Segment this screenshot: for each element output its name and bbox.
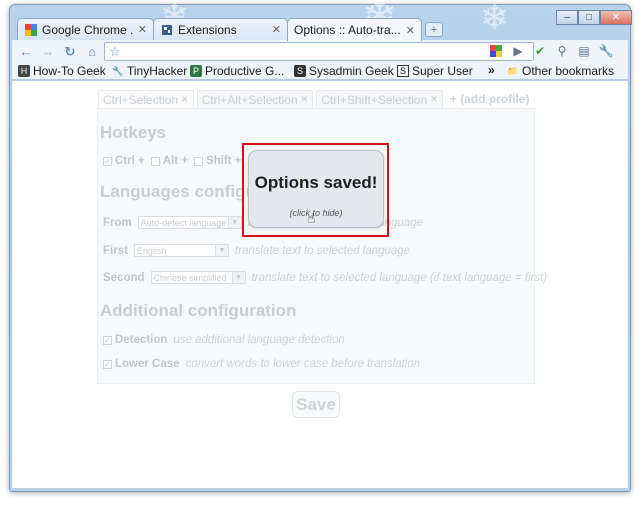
- hotkeys-heading: Hotkeys: [100, 123, 167, 142]
- from-language-select[interactable]: Auto-detect language ▼: [137, 216, 242, 229]
- second-select-value: Chinese simplified: [153, 272, 227, 283]
- profile-tab-label: Ctrl+Selection: [103, 92, 179, 107]
- second-description: translate text to selected language (if …: [251, 271, 548, 284]
- first-description: translate text to selected language: [234, 244, 411, 257]
- hand-cursor-icon: ☝: [307, 210, 316, 226]
- tab-extensions[interactable]: Extensions ✕: [153, 18, 288, 40]
- extension-buttons: ▶ ✔ ⚲ ▤ 🔧: [486, 41, 616, 60]
- color-palette-icon[interactable]: [486, 41, 506, 60]
- profile-tab-label: Ctrl+Alt+Selection: [201, 92, 298, 107]
- close-tab-icon[interactable]: ✕: [272, 23, 281, 36]
- ctrl-label: Ctrl +: [115, 155, 145, 167]
- chevron-down-icon: ▼: [214, 245, 228, 256]
- first-row: First English ▼ translate text to selecte…: [103, 244, 410, 257]
- bookmarks-overflow-chevron[interactable]: »: [488, 63, 495, 77]
- bookmark-super-user[interactable]: S Super User: [397, 64, 473, 78]
- alt-checkbox[interactable]: [150, 156, 160, 166]
- new-tab-button[interactable]: +: [425, 22, 443, 37]
- second-language-select[interactable]: Chinese simplified ▼: [150, 271, 246, 284]
- other-bookmarks-label: Other bookmarks: [522, 64, 615, 78]
- checkmark-icon[interactable]: ✔: [530, 41, 550, 60]
- window-controls: – □ ✕: [556, 10, 632, 25]
- bookmark-label: TinyHacker: [127, 64, 188, 78]
- bookmarks-bar: H How-To Geek 🔧 TinyHacker P Productive …: [12, 63, 628, 80]
- play-icon[interactable]: ▶: [508, 41, 528, 60]
- first-label: First: [103, 244, 128, 257]
- second-row: Second Chinese simplified ▼ translate tex…: [103, 271, 547, 284]
- tab-title: Extensions: [178, 22, 237, 37]
- chevron-down-icon: ▼: [227, 217, 241, 228]
- close-window-button[interactable]: ✕: [600, 10, 632, 25]
- first-select-value: English: [136, 245, 167, 256]
- close-profile-icon[interactable]: ✕: [301, 94, 309, 105]
- detection-description: use additional language detection: [173, 334, 345, 346]
- lowercase-row: ✓ Lower Case convert words to lower case…: [103, 358, 420, 370]
- alt-label: Alt +: [162, 155, 188, 167]
- other-bookmarks-button[interactable]: 📁 Other bookmarks: [507, 64, 614, 78]
- star-bookmark-icon[interactable]: ☆: [109, 44, 121, 60]
- wrench-menu-icon[interactable]: 🔧: [596, 41, 616, 60]
- bookmark-how-to-geek[interactable]: H How-To Geek: [18, 64, 106, 78]
- toolbar: ← → ↻ ⌂ ☆ ▶ ✔ ⚲ ▤ 🔧: [12, 40, 628, 63]
- search-icon[interactable]: ⚲: [552, 41, 572, 60]
- tab-google-chrome[interactable]: Google Chrome ... ✕: [17, 18, 154, 40]
- bookmark-label: How-To Geek: [33, 64, 106, 78]
- profile-tab-label: Ctrl+Shift+Selection: [321, 92, 428, 107]
- bookmark-tinyhacker[interactable]: 🔧 TinyHacker: [112, 64, 187, 78]
- tab-options-active[interactable]: Options :: Auto-tra... ✕: [287, 18, 422, 41]
- profile-tab-ctrl-shift-selection[interactable]: Ctrl+Shift+Selection ✕: [316, 90, 443, 108]
- tinyhacker-icon: 🔧: [112, 65, 124, 76]
- bookmark-sysadmin-geek[interactable]: S Sysadmin Geek: [294, 64, 394, 78]
- maximize-button[interactable]: □: [578, 10, 600, 25]
- profile-tab-ctrl-selection[interactable]: Ctrl+Selection ✕: [98, 90, 194, 108]
- folder-icon: 📁: [507, 65, 519, 76]
- detection-row: ✓ Detection use additional language dete…: [103, 334, 345, 346]
- forward-arrow-icon[interactable]: →: [37, 42, 59, 62]
- address-bar[interactable]: ☆: [104, 42, 534, 61]
- pg-icon: P: [190, 65, 202, 77]
- tab-title: Options :: Auto-tra...: [294, 23, 401, 37]
- lowercase-description: convert words to lower case before trans…: [185, 358, 421, 370]
- extensions-icon: [160, 23, 173, 36]
- bookmark-productive-geek[interactable]: P Productive G...: [190, 64, 284, 78]
- bookmark-label: Sysadmin Geek: [309, 64, 394, 78]
- lowercase-label: Lower Case: [115, 358, 180, 370]
- page-menu-icon[interactable]: ▤: [574, 41, 594, 60]
- sysadmin-icon: S: [294, 65, 306, 77]
- hotkeys-row: ✓ Ctrl + Alt + Shift +: [103, 155, 247, 167]
- chevron-down-icon: ▼: [231, 272, 245, 283]
- close-tab-icon[interactable]: ✕: [406, 24, 415, 37]
- close-profile-icon[interactable]: ✕: [181, 94, 189, 105]
- ctrl-checkbox[interactable]: ✓: [103, 156, 112, 166]
- add-profile-button[interactable]: + (add profile): [446, 90, 530, 108]
- htg-icon: H: [18, 65, 30, 77]
- shift-checkbox[interactable]: [193, 156, 203, 166]
- detection-label: Detection: [115, 334, 168, 346]
- google-icon: [24, 23, 37, 36]
- back-arrow-icon[interactable]: ←: [15, 42, 37, 62]
- lowercase-checkbox[interactable]: ✓: [103, 359, 112, 369]
- close-profile-icon[interactable]: ✕: [430, 94, 438, 105]
- close-tab-icon[interactable]: ✕: [138, 23, 147, 36]
- from-label: From: [103, 216, 132, 229]
- additional-heading: Additional configuration: [100, 301, 297, 320]
- shift-label: Shift +: [205, 155, 242, 167]
- profile-tabs: Ctrl+Selection ✕ Ctrl+Alt+Selection ✕ Ctrl…: [98, 90, 529, 108]
- detection-checkbox[interactable]: ✓: [103, 335, 112, 345]
- save-button[interactable]: Save: [292, 391, 340, 418]
- reload-icon[interactable]: ↻: [59, 42, 81, 62]
- first-language-select[interactable]: English ▼: [133, 244, 229, 257]
- bookmark-label: Super User: [412, 64, 473, 78]
- snowflake-decoration: ❄: [480, 0, 509, 37]
- profile-tab-ctrl-alt-selection[interactable]: Ctrl+Alt+Selection ✕: [196, 90, 314, 108]
- bookmark-label: Productive G...: [205, 64, 285, 78]
- superuser-icon: S: [397, 65, 409, 77]
- from-select-value: Auto-detect language: [140, 217, 227, 228]
- tab-title: Google Chrome ...: [42, 22, 134, 37]
- second-label: Second: [103, 271, 145, 284]
- home-icon[interactable]: ⌂: [81, 42, 103, 62]
- minimize-button[interactable]: –: [556, 10, 578, 25]
